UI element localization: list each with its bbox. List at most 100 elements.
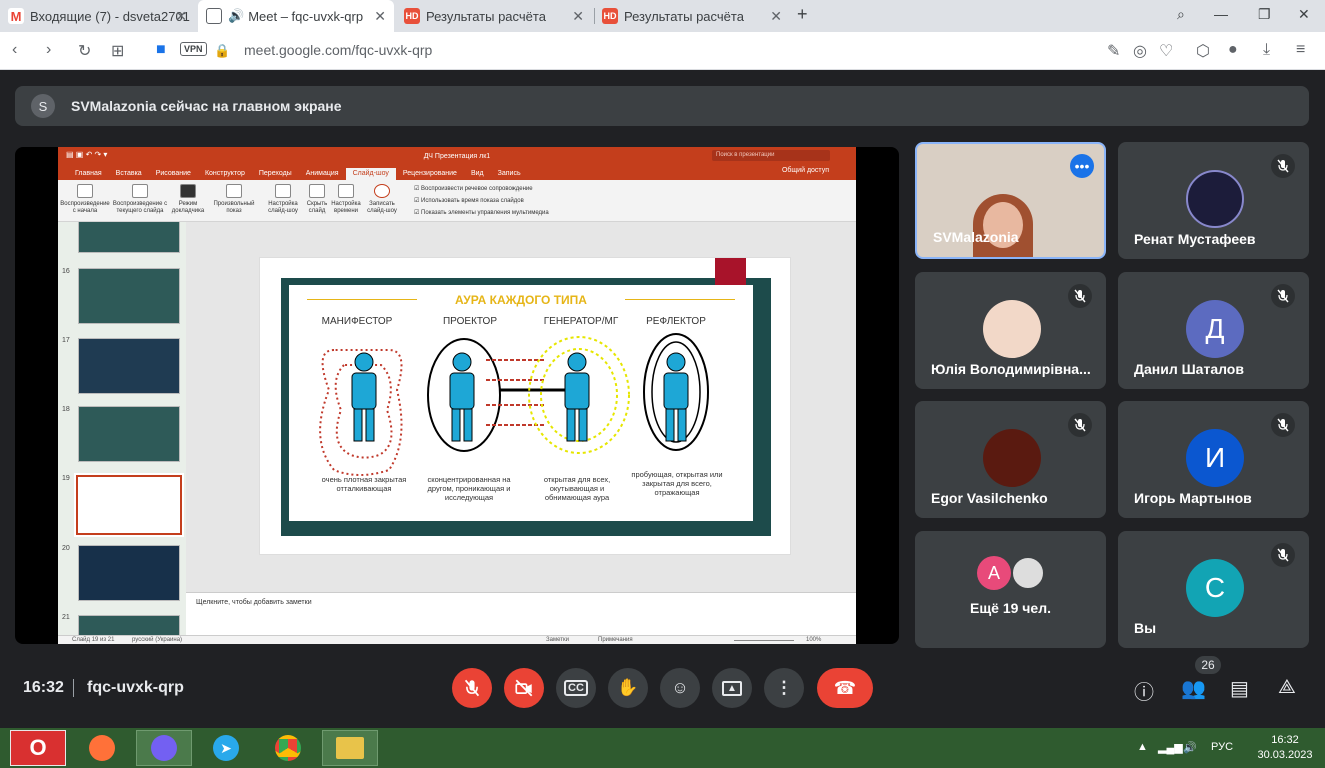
close-icon[interactable]: ✕ <box>770 8 782 25</box>
ribbon-btn-custom-show[interactable]: Произвольный показ <box>208 180 260 221</box>
reactions-button[interactable]: ☺ <box>660 668 700 708</box>
camera-toggle-button[interactable] <box>504 668 544 708</box>
ppt-tab[interactable]: Анимация <box>299 170 346 180</box>
ppt-tab[interactable]: Запись <box>491 170 528 180</box>
chrome-icon[interactable] <box>260 730 316 766</box>
close-icon[interactable]: ✕ <box>175 8 187 25</box>
present-button[interactable]: ▲ <box>712 668 752 708</box>
more-participants-tile[interactable]: А Ещё 19 чел. <box>915 531 1106 648</box>
leave-call-button[interactable]: ☎ <box>817 668 873 708</box>
lock-icon[interactable]: 🔒 <box>214 43 230 59</box>
check-timings[interactable]: Использовать время показа слайдов <box>414 195 549 207</box>
shared-screen[interactable]: ▤ ▣ ↶ ↷ ▾ ДЧ Презентация лк1 Поиск в пре… <box>15 147 899 644</box>
slide-thumb[interactable] <box>78 545 180 601</box>
participant-tile-svmalazonia[interactable]: ••• SVMalazonia <box>915 142 1106 259</box>
slide-editor[interactable]: АУРА КАЖДОГО ТИПА МАНИФЕСТОР ПРОЕКТОР ГЕ… <box>186 222 856 592</box>
ppt-tab[interactable]: Рецензирование <box>396 170 464 180</box>
more-options-icon[interactable]: ••• <box>1070 154 1094 178</box>
volume-icon[interactable]: 🔊 <box>1183 741 1197 754</box>
telegram-icon[interactable]: ➤ <box>198 730 254 766</box>
zoom-slider[interactable] <box>734 640 794 641</box>
more-options-button[interactable]: ⋮ <box>764 668 804 708</box>
ribbon-btn-record[interactable]: Записать слайд-шоу <box>364 180 400 221</box>
system-clock[interactable]: 16:32 30.03.2023 <box>1248 733 1322 763</box>
firefox-icon[interactable] <box>74 730 130 766</box>
ribbon-btn-setup[interactable]: Настройка слайд-шоу <box>260 180 306 221</box>
minimize-icon[interactable]: — <box>1214 6 1228 22</box>
forward-icon[interactable]: › <box>46 41 51 59</box>
status-language[interactable]: русский (Украина) <box>132 637 182 643</box>
search-tabs-icon[interactable]: ⌕ <box>1177 6 1185 23</box>
status-comments[interactable]: Примечания <box>598 637 633 643</box>
slide-thumbnails-pane[interactable]: 16 17 18 19 20 21 <box>58 222 186 635</box>
close-window-icon[interactable]: ✕ <box>1298 6 1310 23</box>
close-icon[interactable]: ✕ <box>374 8 386 25</box>
snapshot-edit-icon[interactable]: ✎ <box>1107 41 1120 61</box>
camera-indicator-icon[interactable]: ■ <box>156 41 166 59</box>
ribbon-btn-presenter[interactable]: Режим докладчика <box>168 180 208 221</box>
ppt-search-input[interactable]: Поиск в презентации <box>712 150 830 161</box>
people-icon[interactable]: 👥 <box>1181 676 1206 701</box>
ribbon-btn-from-start[interactable]: Воспроизведение с начала <box>58 180 112 221</box>
ribbon-btn-from-current[interactable]: Воспроизведение с текущего слайда <box>112 180 168 221</box>
ppt-tab[interactable]: Главная <box>68 170 109 180</box>
tab-results-2[interactable]: HD Результаты расчёта ✕ <box>594 0 790 32</box>
slide-thumb[interactable] <box>78 268 180 324</box>
participant-tile-renat[interactable]: Ренат Мустафеев <box>1118 142 1309 259</box>
ribbon-btn-hide[interactable]: Скрыть слайд <box>306 180 328 221</box>
menu-icon[interactable]: ≡ <box>1296 41 1305 59</box>
ppt-tab[interactable]: Переходы <box>252 170 299 180</box>
slide-thumb[interactable] <box>78 615 180 635</box>
opera-icon[interactable]: O <box>10 730 66 766</box>
box-icon[interactable]: ⬡ <box>1196 41 1210 61</box>
slide-thumb[interactable] <box>78 406 180 462</box>
slide-thumb-selected[interactable] <box>74 473 184 537</box>
participant-tile-egor[interactable]: Egor Vasilchenko <box>915 401 1106 518</box>
reload-icon[interactable]: ↻ <box>78 41 91 61</box>
ppt-tab[interactable]: Рисование <box>149 170 198 180</box>
mic-toggle-button[interactable] <box>452 668 492 708</box>
download-icon[interactable]: ⤓ <box>1263 41 1270 59</box>
participant-tile-danil[interactable]: Д Данил Шаталов <box>1118 272 1309 389</box>
restore-icon[interactable]: ❐ <box>1258 6 1271 23</box>
network-icon[interactable]: ▂▄▆ <box>1158 741 1183 754</box>
url-field[interactable]: meet.google.com/fqc-uvxk-qrp <box>244 42 432 58</box>
notes-pane[interactable]: Щелкните, чтобы добавить заметки <box>186 592 856 636</box>
check-narration[interactable]: Воспроизвести речевое сопровождение <box>414 183 549 195</box>
ppt-tab[interactable]: Конструктор <box>198 170 252 180</box>
meeting-details-icon[interactable]: ⓘ <box>1134 676 1154 705</box>
captions-button[interactable]: CC <box>556 668 596 708</box>
chat-icon[interactable]: ▤ <box>1230 676 1249 701</box>
heart-icon[interactable]: ♡ <box>1159 41 1173 61</box>
current-slide[interactable]: АУРА КАЖДОГО ТИПА МАНИФЕСТОР ПРОЕКТОР ГЕ… <box>259 257 791 555</box>
tab-meet[interactable]: 🔊 Meet – fqc-uvxk-qrp ✕ <box>198 0 394 32</box>
tab-results-1[interactable]: HD Результаты расчёта ✕ <box>396 0 592 32</box>
viber-icon[interactable] <box>136 730 192 766</box>
participant-tile-self[interactable]: С Вы <box>1118 531 1309 648</box>
ppt-tab-active[interactable]: Слайд-шоу <box>345 168 396 180</box>
tray-expand-icon[interactable]: ▲ <box>1137 741 1148 753</box>
raise-hand-button[interactable]: ✋ <box>608 668 648 708</box>
back-icon[interactable]: ‹ <box>12 41 17 59</box>
ppt-tab[interactable]: Вставка <box>109 170 149 180</box>
activities-icon[interactable]: ⟁ <box>1278 676 1296 699</box>
slide-thumb[interactable] <box>78 338 180 394</box>
screenshot-icon[interactable]: ◎ <box>1133 41 1147 61</box>
status-notes[interactable]: Заметки <box>546 637 569 643</box>
tab-gmail[interactable]: M Входящие (7) - dsveta2701 ✕ <box>0 0 195 32</box>
speed-dial-icon[interactable]: ⊞ <box>111 41 124 61</box>
participant-tile-yulia[interactable]: Юлія Володимирівна... <box>915 272 1106 389</box>
keyboard-language[interactable]: РУС <box>1211 741 1233 753</box>
slide-thumb[interactable] <box>78 222 180 253</box>
participant-tile-igor[interactable]: И Игорь Мартынов <box>1118 401 1309 518</box>
ribbon-btn-timing[interactable]: Настройка времени <box>328 180 364 221</box>
quick-access-icons[interactable]: ▤ ▣ ↶ ↷ ▾ <box>66 150 107 159</box>
close-icon[interactable]: ✕ <box>572 8 584 25</box>
status-zoom[interactable]: 100% <box>806 637 821 643</box>
check-media-controls[interactable]: Показать элементы управления мультимедиа <box>414 207 549 219</box>
file-explorer-icon[interactable] <box>322 730 378 766</box>
ppt-tab[interactable]: Вид <box>464 170 491 180</box>
ppt-share-button[interactable]: Общий доступ <box>775 167 836 177</box>
new-tab-button[interactable]: + <box>797 4 808 25</box>
profile-icon[interactable]: ● <box>1228 41 1238 59</box>
